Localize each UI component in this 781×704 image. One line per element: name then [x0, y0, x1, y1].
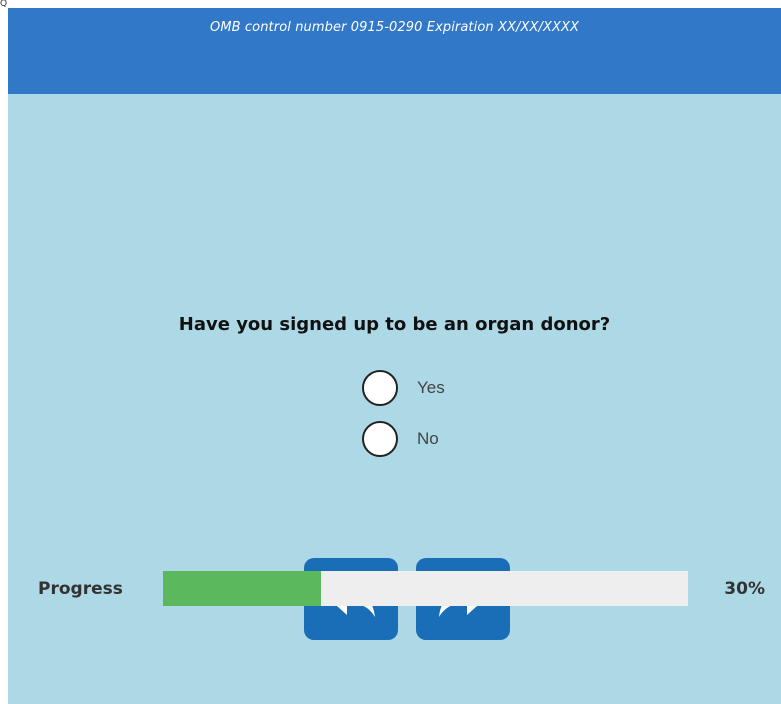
omb-control-text: OMB control number 0915-0290 Expiration … — [210, 20, 579, 35]
question-panel: Have you signed up to be an organ donor?… — [8, 94, 781, 704]
progress-bar — [163, 571, 688, 606]
question-text: Have you signed up to be an organ donor? — [178, 314, 611, 335]
radio-yes[interactable] — [362, 370, 398, 406]
survey-page: Q OMB control number 0915-0290 Expiratio… — [0, 0, 781, 704]
progress-label: Progress — [38, 579, 123, 599]
option-yes-label: Yes — [417, 378, 445, 397]
option-no[interactable]: No — [362, 419, 439, 459]
header-bar: OMB control number 0915-0290 Expiration … — [8, 8, 781, 94]
option-no-label: No — [417, 429, 439, 448]
corner-glyph: Q — [0, 0, 8, 8]
progress-percent: 30% — [724, 579, 765, 599]
option-yes[interactable]: Yes — [362, 368, 445, 408]
radio-no[interactable] — [362, 421, 398, 457]
progress-fill — [163, 571, 321, 606]
